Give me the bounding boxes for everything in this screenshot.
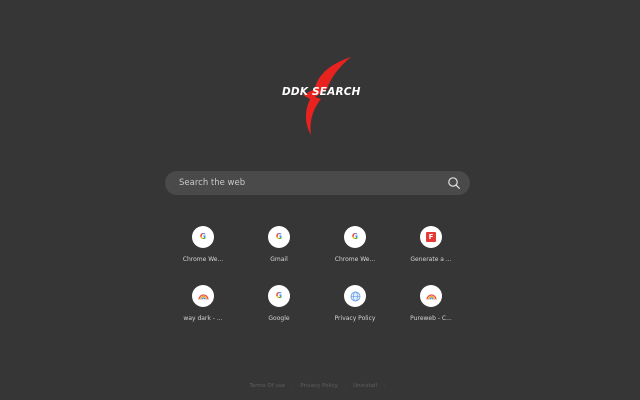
shortcut-label: way dark - ...: [183, 315, 223, 322]
shortcut-label: Privacy Policy: [334, 315, 376, 322]
new-tab-page: DDK SEARCH G Chrome We... G Gmail G Chro…: [0, 0, 640, 400]
footer-separator: ·: [291, 383, 294, 389]
terms-of-use-link[interactable]: Terms Of use: [249, 383, 285, 389]
shortcut-label: Chrome We...: [334, 256, 376, 263]
shortcut-tile[interactable]: F Generate a ...: [396, 226, 466, 276]
shortcut-icon-circle[interactable]: [420, 285, 442, 307]
uninstall-link[interactable]: Uninstall: [353, 383, 377, 389]
shortcut-label: Pureweb - C...: [410, 315, 452, 322]
shortcut-label: Generate a ...: [410, 256, 452, 263]
shortcut-icon-circle[interactable]: G: [268, 226, 290, 248]
shortcut-tile[interactable]: Pureweb - C...: [396, 285, 466, 335]
search-bar[interactable]: [165, 171, 470, 195]
rainbow-icon: [197, 293, 209, 300]
shortcut-icon-circle[interactable]: F: [420, 226, 442, 248]
search-icon[interactable]: [447, 176, 461, 190]
google-g-icon: G: [199, 232, 207, 242]
google-g-icon: G: [275, 291, 283, 301]
shortcut-icon-circle[interactable]: [344, 285, 366, 307]
shortcut-tile[interactable]: way dark - ...: [168, 285, 238, 335]
f-logo-icon: F: [426, 232, 436, 242]
shortcut-tile[interactable]: G Chrome We...: [168, 226, 238, 276]
shortcut-tile[interactable]: G Chrome We...: [320, 226, 390, 276]
google-g-icon: G: [351, 232, 359, 242]
footer: Terms Of use · Privacy Policy · Uninstal…: [0, 383, 640, 389]
rainbow-icon: [425, 293, 437, 300]
search-input[interactable]: [179, 171, 439, 195]
ddk-search-logo: DDK SEARCH: [275, 55, 365, 137]
shortcut-label: Chrome We...: [182, 256, 224, 263]
shortcut-icon-circle[interactable]: G: [192, 226, 214, 248]
shortcut-label: Gmail: [270, 256, 288, 263]
shortcut-icon-circle[interactable]: G: [344, 226, 366, 248]
globe-icon: [350, 291, 360, 301]
shortcut-tile[interactable]: Privacy Policy: [320, 285, 390, 335]
footer-separator: ·: [383, 383, 386, 389]
shortcut-icon-circle[interactable]: [192, 285, 214, 307]
logo-text: DDK SEARCH: [282, 86, 361, 98]
shortcut-icon-circle[interactable]: G: [268, 285, 290, 307]
shortcut-tile[interactable]: G Google: [244, 285, 314, 335]
google-g-icon: G: [275, 232, 283, 242]
footer-separator: ·: [344, 383, 347, 389]
shortcut-tile[interactable]: G Gmail: [244, 226, 314, 276]
shortcut-label: Google: [268, 315, 290, 322]
privacy-policy-link[interactable]: Privacy Policy: [300, 383, 337, 389]
